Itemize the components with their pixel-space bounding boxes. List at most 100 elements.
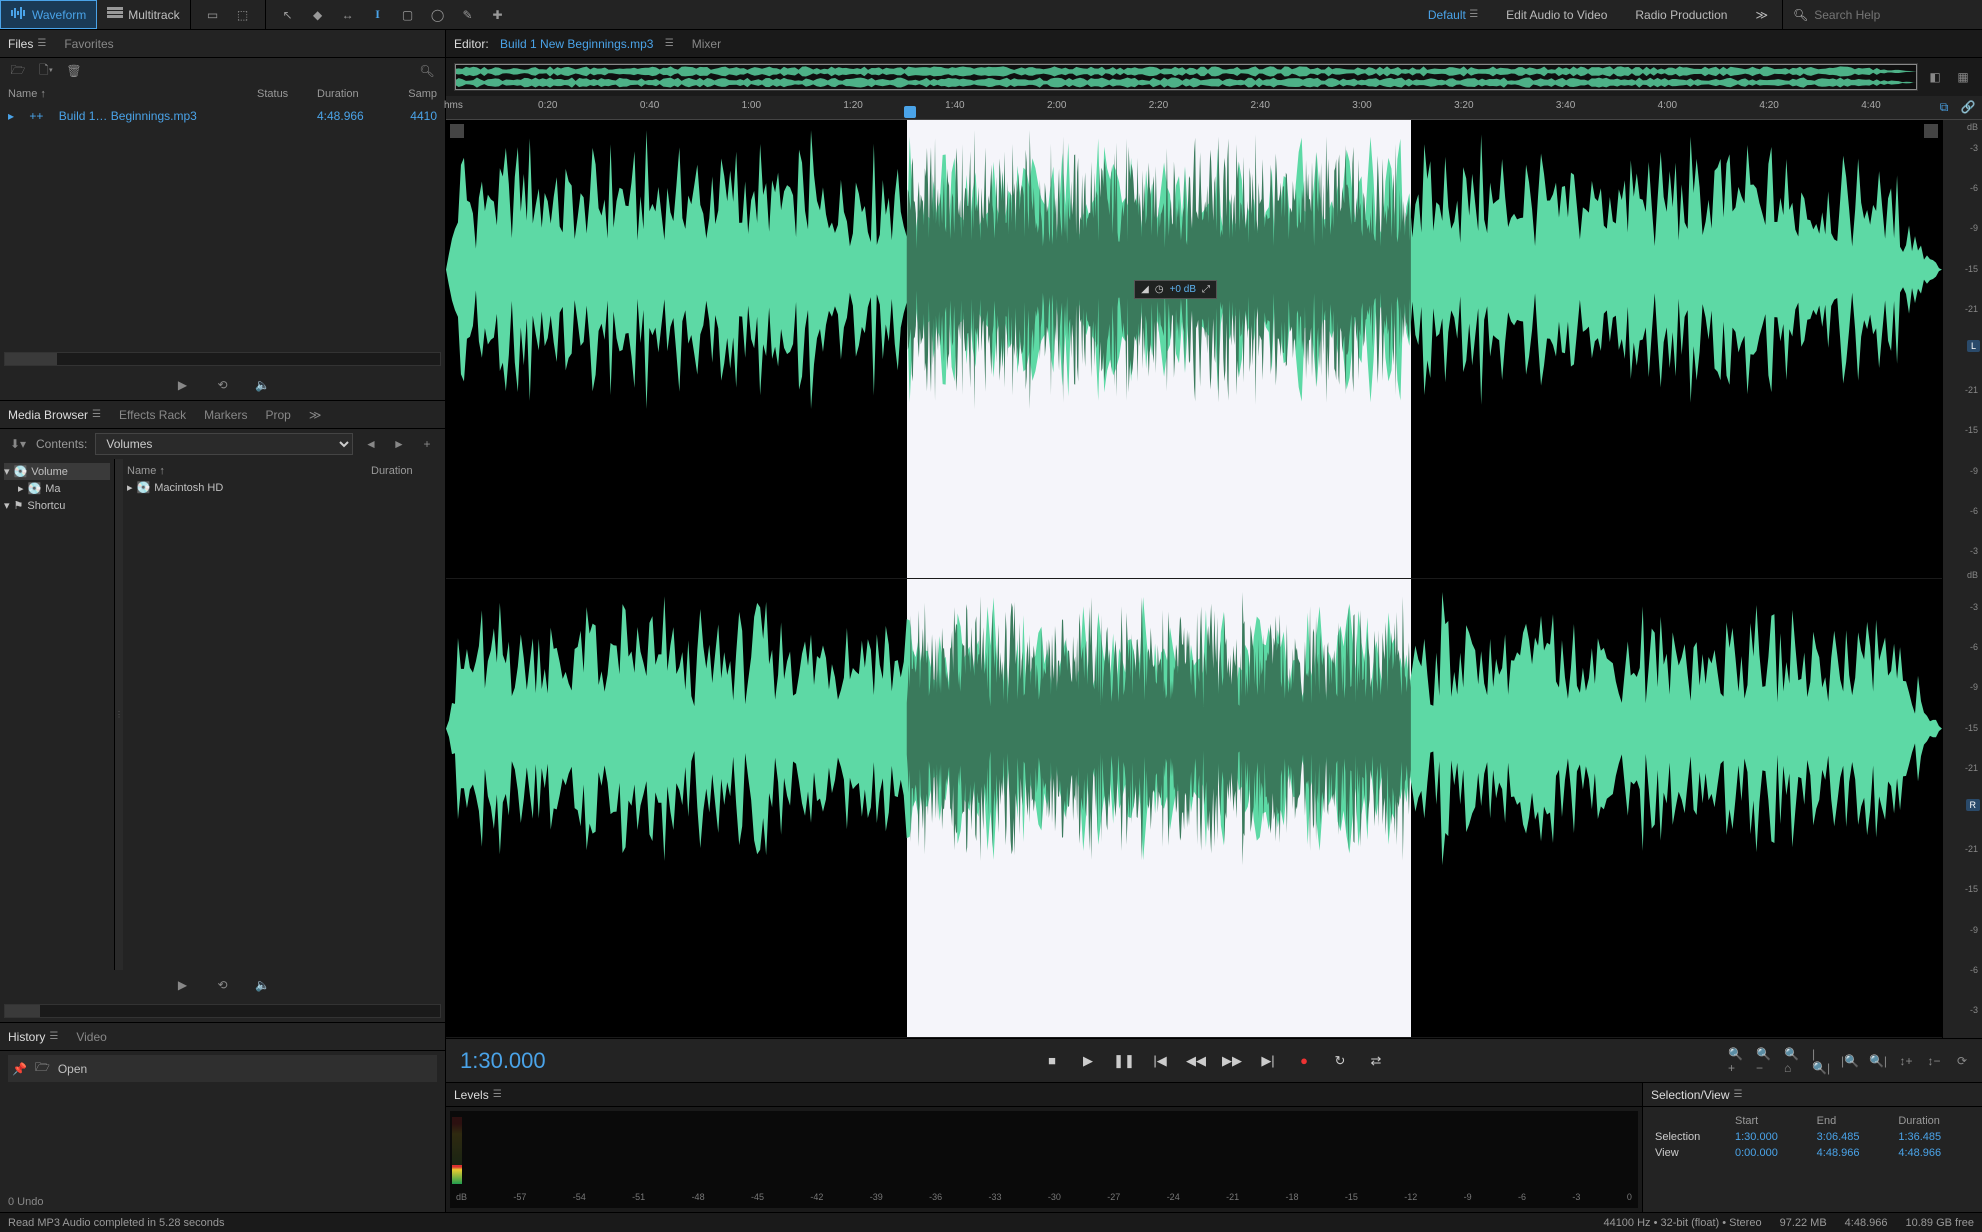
workspace-default[interactable]: Default ☰ (1414, 0, 1492, 29)
play-preview-button[interactable]: ▶ (173, 976, 193, 994)
loop-preview-button[interactable]: ⟲ (213, 976, 233, 994)
sv-view-dur[interactable]: 4:48.966 (1898, 1147, 1970, 1159)
zoom-v-out-button[interactable]: ↕− (1924, 1052, 1944, 1070)
loop-button[interactable]: ↻ (1327, 1048, 1353, 1074)
trash-button[interactable]: 🗑 (64, 62, 84, 80)
zoom-out-button[interactable]: 🔍− (1756, 1052, 1776, 1070)
autoplay-button[interactable]: 🔈 (253, 376, 273, 394)
play-button[interactable]: ▶ (1075, 1048, 1101, 1074)
tab-video[interactable]: Video (76, 1030, 106, 1044)
workspace-more-button[interactable]: ≫ (1741, 0, 1782, 29)
add-shortcut-button[interactable]: + (417, 435, 437, 453)
level-meter[interactable]: dB-57-54-51-48-45-42-39-36-33-30-27-24-2… (450, 1111, 1638, 1208)
workspace-edit-av[interactable]: Edit Audio to Video (1492, 0, 1621, 29)
forward-button[interactable]: ▶▶ (1219, 1048, 1245, 1074)
spectral-pitch-button[interactable]: ⬚ (231, 4, 255, 26)
files-h-scrollbar[interactable] (4, 352, 441, 366)
open-file-button[interactable]: 🗁 (8, 62, 28, 80)
heal-tool-button[interactable]: ✚ (486, 4, 510, 26)
tree-row[interactable]: ▸💽Ma (4, 480, 110, 497)
tree-row[interactable]: ▾⚑Shortcu (4, 497, 110, 514)
tab-selection-view[interactable]: Selection/View ☰ (1651, 1088, 1742, 1102)
channel-fade-in-handle[interactable] (450, 124, 464, 138)
toggle-view-button[interactable]: ◧ (1924, 66, 1946, 88)
stop-button[interactable]: ■ (1039, 1048, 1065, 1074)
zoom-v-in-button[interactable]: ↕+ (1896, 1052, 1916, 1070)
overview-waveform[interactable] (454, 63, 1918, 91)
tab-properties[interactable]: Prop (265, 408, 290, 422)
col-duration[interactable]: Duration (317, 88, 387, 100)
col-name[interactable]: Name ↑ (8, 88, 257, 100)
channel-fade-out-handle[interactable] (1924, 124, 1938, 138)
goto-next-button[interactable]: ▶| (1255, 1048, 1281, 1074)
workspace-radio[interactable]: Radio Production (1621, 0, 1741, 29)
back-button[interactable]: ◄ (361, 435, 381, 453)
gain-hud[interactable]: ◢ ◷ +0 dB ⤢ (1134, 280, 1217, 299)
playhead[interactable] (904, 106, 916, 118)
mode-multitrack-button[interactable]: Multitrack (97, 0, 189, 29)
goto-prev-button[interactable]: |◀ (1147, 1048, 1173, 1074)
timecode-display[interactable]: 1:30.000 (446, 1048, 560, 1074)
tab-files[interactable]: Files ☰ (8, 37, 46, 51)
brush-tool-button[interactable]: ✎ (456, 4, 480, 26)
channel-badge-r[interactable]: R (1966, 799, 1981, 811)
channel-badge-l[interactable]: L (1967, 340, 1980, 352)
tabs-overflow-button[interactable]: ≫ (309, 408, 322, 422)
tab-media-browser[interactable]: Media Browser ☰ (8, 408, 101, 422)
timeline-ruler[interactable]: hms 0:200:401:001:201:402:002:202:403:00… (446, 96, 1982, 120)
col-name[interactable]: Name ↑ (127, 465, 371, 477)
wave-channel-left[interactable]: ◢ ◷ +0 dB ⤢ (446, 120, 1942, 579)
rewind-button[interactable]: ◀◀ (1183, 1048, 1209, 1074)
time-select-tool-button[interactable]: I (366, 4, 390, 26)
loop-preview-button[interactable]: ⟲ (213, 376, 233, 394)
autoplay-button[interactable]: 🔈 (253, 976, 273, 994)
zoom-in-pt-button[interactable]: |🔍 (1840, 1052, 1860, 1070)
import-button[interactable]: ⬇▾ (8, 435, 28, 453)
spectral-freq-button[interactable]: ▭ (201, 4, 225, 26)
search-help-input[interactable] (1814, 8, 1972, 22)
search-help-box[interactable]: 🔍︎ (1782, 0, 1982, 29)
zoom-out-pt-button[interactable]: 🔍| (1868, 1052, 1888, 1070)
search-files-button[interactable]: 🔍︎ (417, 62, 437, 80)
gain-value[interactable]: +0 dB (1170, 284, 1196, 295)
marquee-tool-button[interactable]: ▢ (396, 4, 420, 26)
overview-view-rect[interactable] (455, 64, 1917, 90)
zoom-v-reset-button[interactable]: ⟳ (1952, 1052, 1972, 1070)
history-row[interactable]: 📌 🗁 Open (8, 1055, 437, 1082)
tab-markers[interactable]: Markers (204, 408, 247, 422)
mode-waveform-button[interactable]: Waveform (0, 0, 97, 29)
file-row[interactable]: ▸ ++ Build 1… Beginnings.mp3 4:48.966 44… (8, 106, 437, 126)
browser-splitter[interactable]: ⋮ (115, 459, 123, 970)
browser-h-scrollbar[interactable] (4, 1004, 441, 1018)
fwd-button[interactable]: ► (389, 435, 409, 453)
tab-history[interactable]: History ☰ (8, 1030, 58, 1044)
zoom-sel-button[interactable]: |🔍| (1812, 1052, 1832, 1070)
pause-button[interactable]: ❚❚ (1111, 1048, 1137, 1074)
linked-clip-button[interactable]: 🔗 (1958, 98, 1978, 116)
pin-icon[interactable]: ⤢ (1202, 284, 1210, 295)
tab-effects-rack[interactable]: Effects Rack (119, 408, 186, 422)
new-file-button[interactable]: 🗋▾ (36, 62, 56, 80)
browser-item-row[interactable]: ▸💽Macintosh HD (127, 479, 441, 496)
slip-tool-button[interactable]: ↔ (336, 4, 360, 26)
zoom-reset-button[interactable]: 🔍⌂ (1784, 1052, 1804, 1070)
col-duration[interactable]: Duration (371, 465, 441, 477)
record-button[interactable]: ● (1291, 1048, 1317, 1074)
tab-mixer[interactable]: Mixer (692, 37, 721, 51)
lasso-tool-button[interactable]: ◯ (426, 4, 450, 26)
sv-sel-start[interactable]: 1:30.000 (1735, 1131, 1807, 1143)
wave-channels[interactable]: ◢ ◷ +0 dB ⤢ (446, 120, 1942, 1038)
play-preview-button[interactable]: ▶ (173, 376, 193, 394)
sv-sel-dur[interactable]: 1:36.485 (1898, 1131, 1970, 1143)
snap-button[interactable]: ⧉ (1934, 98, 1954, 116)
sv-view-start[interactable]: 0:00.000 (1735, 1147, 1807, 1159)
sv-view-end[interactable]: 4:48.966 (1817, 1147, 1889, 1159)
col-status[interactable]: Status (257, 88, 317, 100)
tab-levels[interactable]: Levels ☰ (454, 1088, 502, 1102)
tab-editor[interactable]: Editor: Build 1 New Beginnings.mp3 ☰ (454, 37, 674, 51)
toggle-grid-button[interactable]: ▦ (1952, 66, 1974, 88)
wave-channel-right[interactable] (446, 579, 1942, 1038)
contents-dropdown[interactable]: Volumes (95, 433, 353, 455)
sv-sel-end[interactable]: 3:06.485 (1817, 1131, 1889, 1143)
col-samp[interactable]: Samp (387, 88, 437, 100)
